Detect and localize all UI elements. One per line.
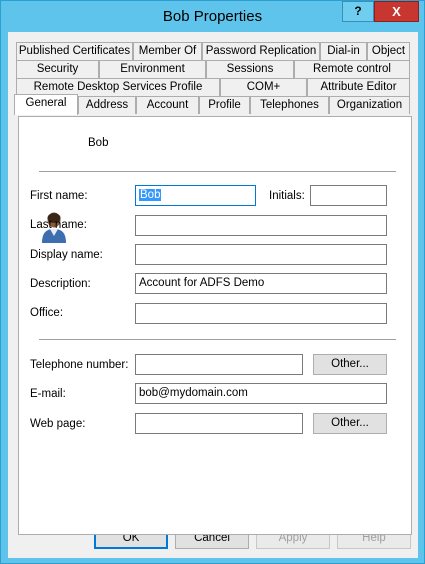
display-name-label: Display name: [30, 249, 103, 261]
description-input[interactable]: Account for ADFS Demo [135, 273, 387, 294]
tab-published-certificates[interactable]: Published Certificates [16, 42, 133, 60]
tab-attribute-editor[interactable]: Attribute Editor [307, 78, 410, 96]
tab-remote-control[interactable]: Remote control [294, 60, 410, 78]
help-title-button[interactable]: ? [342, 1, 374, 22]
help-icon: ? [354, 4, 362, 18]
web-page-label: Web page: [30, 418, 86, 430]
initials-input[interactable] [310, 185, 387, 206]
telephone-input[interactable] [135, 354, 303, 375]
email-label: E-mail: [30, 388, 66, 400]
initials-label: Initials: [269, 190, 305, 202]
tab-member-of[interactable]: Member Of [133, 42, 202, 60]
first-name-input[interactable]: Bob [135, 185, 256, 206]
tab-com-plus[interactable]: COM+ [220, 78, 307, 96]
last-name-input[interactable] [135, 215, 387, 236]
tab-object[interactable]: Object [367, 42, 410, 60]
description-label: Description: [30, 278, 91, 290]
email-input[interactable]: bob@mydomain.com [135, 383, 387, 404]
display-name-input[interactable] [135, 244, 387, 265]
separator-middle [39, 339, 396, 340]
close-title-button[interactable]: X [374, 1, 419, 22]
office-label: Office: [30, 307, 64, 319]
tab-telephones[interactable]: Telephones [250, 96, 329, 114]
first-name-value: Bob [139, 189, 162, 201]
tab-sessions[interactable]: Sessions [206, 60, 294, 78]
title-bar[interactable]: Bob Properties ? X [1, 1, 424, 31]
dialog-client: Published Certificates Member Of Passwor… [8, 32, 418, 558]
tab-security[interactable]: Security [16, 60, 99, 78]
tab-environment[interactable]: Environment [99, 60, 206, 78]
telephone-other-button[interactable]: Other... [313, 354, 387, 375]
tab-address[interactable]: Address [78, 96, 136, 114]
account-display-name: Bob [88, 137, 109, 149]
office-input[interactable] [135, 303, 387, 324]
web-page-input[interactable] [135, 413, 303, 434]
tab-password-replication[interactable]: Password Replication [202, 42, 320, 60]
first-name-label: First name: [30, 190, 88, 202]
tab-general[interactable]: General [14, 94, 78, 115]
telephone-label: Telephone number: [30, 359, 129, 371]
tab-account[interactable]: Account [136, 96, 199, 114]
separator-top [39, 171, 396, 172]
close-icon: X [392, 4, 401, 19]
tab-dial-in[interactable]: Dial-in [320, 42, 367, 60]
last-name-label: Last name: [30, 219, 87, 231]
web-page-other-button[interactable]: Other... [313, 413, 387, 434]
general-tab-page: Bob First name: Bob Initials: Last name:… [18, 116, 412, 535]
tab-profile[interactable]: Profile [199, 96, 250, 114]
tab-organization[interactable]: Organization [329, 96, 410, 114]
properties-window: Bob Properties ? X Published Certificate… [0, 0, 425, 564]
